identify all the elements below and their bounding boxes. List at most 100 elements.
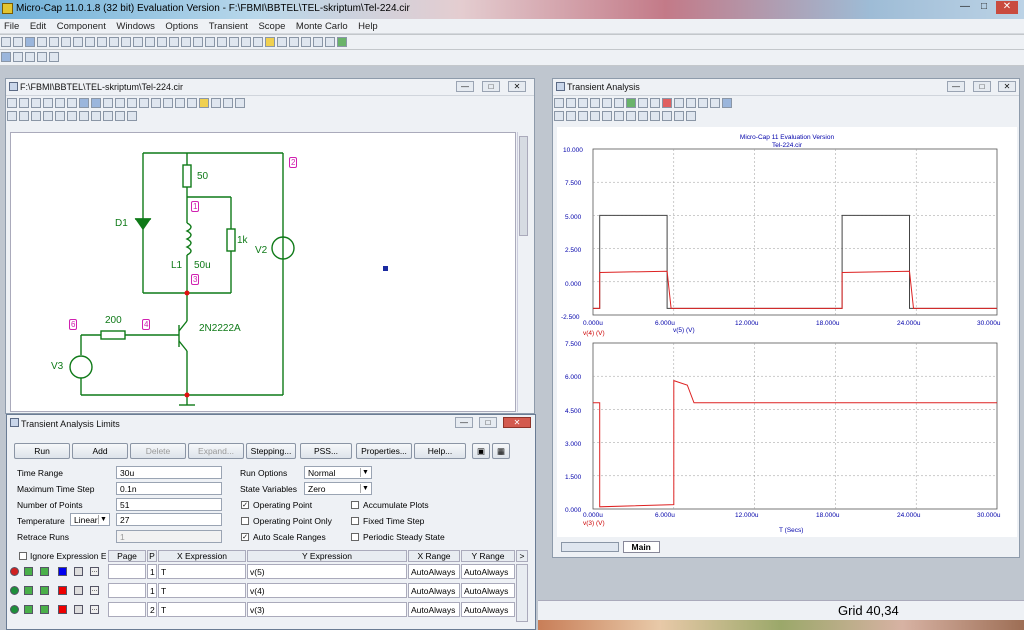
row-plot-icon[interactable] [24, 586, 33, 595]
mirror-icon[interactable] [163, 98, 173, 108]
pause-icon[interactable] [638, 98, 648, 108]
undo-icon[interactable] [61, 37, 71, 47]
delete-button[interactable]: Delete [130, 443, 186, 459]
switch-icon[interactable] [241, 37, 251, 47]
redo-icon[interactable] [73, 37, 83, 47]
copy-icon[interactable] [97, 37, 107, 47]
pin-icon[interactable] [301, 37, 311, 47]
row-options-icon[interactable] [74, 567, 83, 576]
zoom-in-icon[interactable] [31, 111, 41, 121]
zoom-plot-in-icon[interactable] [650, 111, 660, 121]
properties-button[interactable]: Properties... [356, 443, 412, 459]
menu-edit[interactable]: Edit [26, 19, 50, 32]
row-delete-icon[interactable] [10, 567, 19, 576]
plot-props-icon[interactable] [662, 98, 672, 108]
cut-icon[interactable] [85, 37, 95, 47]
auto-scale-checkbox[interactable]: ✓ [241, 533, 249, 541]
maximize-icon[interactable]: □ [975, 1, 993, 14]
open-file-icon[interactable] [13, 37, 23, 47]
fixed-step-checkbox[interactable] [351, 517, 359, 525]
stepping-button[interactable]: Stepping... [246, 443, 296, 459]
plot-points-icon[interactable] [686, 98, 696, 108]
transient-minimize-button[interactable]: — [947, 81, 965, 92]
help-button[interactable]: Help... [414, 443, 466, 459]
grid-icon[interactable] [277, 37, 287, 47]
run-options-select[interactable]: Normal ▼ [304, 466, 372, 479]
calc-icon[interactable] [337, 37, 347, 47]
row-p[interactable]: 1 [147, 583, 157, 598]
page-icon[interactable] [223, 98, 233, 108]
dialog-tool2-icon[interactable]: ▦ [492, 443, 510, 459]
flag-icon[interactable] [103, 98, 113, 108]
row-x-expression[interactable]: T [158, 564, 246, 579]
row-y-expression[interactable]: v(4) [247, 583, 407, 598]
close-icon[interactable]: ✕ [996, 1, 1018, 14]
row-color-swatch[interactable] [58, 605, 67, 614]
inductor-icon[interactable] [169, 37, 179, 47]
low-icon[interactable] [590, 111, 600, 121]
menu-component[interactable]: Component [53, 19, 110, 32]
plot-ruler-icon[interactable] [710, 98, 720, 108]
font-icon[interactable] [127, 111, 137, 121]
save-icon[interactable] [25, 37, 35, 47]
flip-icon[interactable] [175, 98, 185, 108]
node-icon[interactable] [253, 37, 263, 47]
row-enabled-icon[interactable] [10, 605, 19, 614]
tile-h-icon[interactable] [13, 52, 23, 62]
pages-icon[interactable] [235, 98, 245, 108]
run-button[interactable]: Run [14, 443, 70, 459]
time-range-input[interactable]: 30u [116, 466, 222, 479]
row-y-range[interactable]: AutoAlways [461, 602, 515, 617]
peak-icon[interactable] [554, 111, 564, 121]
row-color-swatch[interactable] [58, 567, 67, 576]
rotate-icon[interactable] [151, 98, 161, 108]
plot-font-icon[interactable] [686, 111, 696, 121]
row-y-expression[interactable]: v(3) [247, 602, 407, 617]
refresh-icon[interactable] [79, 111, 89, 121]
row-p[interactable]: 1 [147, 564, 157, 579]
zoom-plot-out-icon[interactable] [662, 111, 672, 121]
expand-button[interactable]: Expand... [188, 443, 244, 459]
row-more-icon[interactable]: ... [90, 605, 99, 614]
help-icon[interactable] [91, 98, 101, 108]
row-page[interactable] [108, 602, 146, 617]
plot-info-icon[interactable] [722, 98, 732, 108]
delete-icon[interactable] [121, 37, 131, 47]
schematic-scrollbar[interactable] [517, 132, 529, 412]
arrange-icon[interactable] [49, 52, 59, 62]
step-icon[interactable] [187, 98, 197, 108]
plot-tag-icon[interactable] [614, 98, 624, 108]
menu-file[interactable]: File [0, 19, 23, 32]
operating-point-only-checkbox[interactable] [241, 517, 249, 525]
run-icon[interactable] [626, 98, 636, 108]
opamp-icon[interactable] [217, 37, 227, 47]
points-input[interactable]: 51 [116, 498, 222, 511]
row-x-expression[interactable]: T [158, 583, 246, 598]
menu-transient[interactable]: Transient [205, 19, 252, 32]
info-icon[interactable] [79, 98, 89, 108]
zoom-fit-icon[interactable] [674, 111, 684, 121]
plot-tokens-icon[interactable] [698, 98, 708, 108]
menu-windows[interactable]: Windows [112, 19, 159, 32]
schematic-canvas[interactable]: 50 D1 L1 50u 1k V2 200 2N2222A V3 1 2 3 … [10, 132, 516, 412]
retrace-input[interactable]: 1 [116, 530, 222, 543]
warning-icon[interactable] [199, 98, 209, 108]
picture-icon[interactable] [115, 98, 125, 108]
transient-close-button[interactable]: ✕ [998, 81, 1016, 92]
diagonal-icon[interactable] [55, 98, 65, 108]
row-color-swatch[interactable] [58, 586, 67, 595]
diode-icon[interactable] [181, 37, 191, 47]
attr-icon[interactable] [289, 37, 299, 47]
pan-icon[interactable] [115, 111, 125, 121]
window-tile-icon[interactable] [325, 37, 335, 47]
valley-icon[interactable] [566, 111, 576, 121]
dialog-maximize-button[interactable]: □ [479, 417, 497, 428]
row-x-range[interactable]: AutoAlways [408, 583, 460, 598]
text-icon[interactable] [31, 98, 41, 108]
attr-show-icon[interactable] [19, 111, 29, 121]
wire-icon[interactable] [19, 98, 29, 108]
tile-icon[interactable] [37, 52, 47, 62]
temperature-input[interactable]: 27 [116, 513, 222, 526]
paste-icon[interactable] [109, 37, 119, 47]
line-icon[interactable] [43, 98, 53, 108]
